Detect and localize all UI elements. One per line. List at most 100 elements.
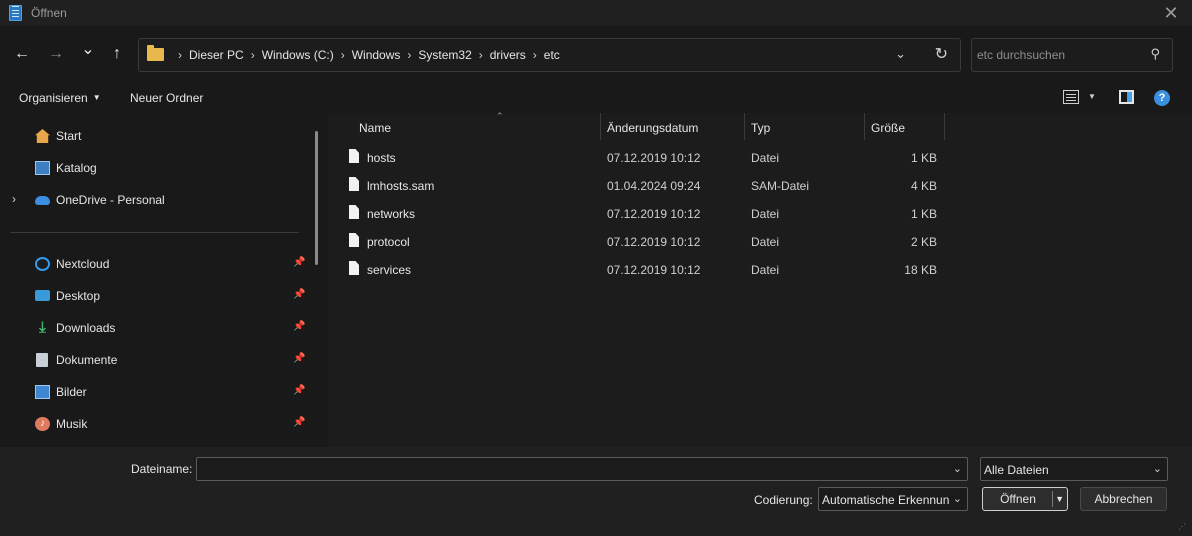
breadcrumb-item-drivers[interactable]: drivers xyxy=(490,48,526,62)
resize-grip-icon[interactable]: ⋰ xyxy=(1178,522,1188,532)
up-arrow-icon[interactable]: ↑ xyxy=(105,42,129,66)
recent-locations-chevron-icon[interactable]: ⌄ xyxy=(76,38,100,62)
search-icon[interactable]: ⚲ xyxy=(1150,46,1160,62)
column-divider[interactable] xyxy=(944,113,945,140)
chevron-down-icon[interactable]: ⌄ xyxy=(1153,462,1162,475)
nextcloud-icon xyxy=(35,257,50,271)
file-type: Datei xyxy=(751,151,780,165)
help-icon[interactable]: ? xyxy=(1154,90,1170,106)
sidebar-item-katalog[interactable]: Katalog xyxy=(0,156,312,180)
sidebar-item-label: Desktop xyxy=(56,289,101,303)
file-type: SAM-Datei xyxy=(751,179,810,193)
sidebar-item-label: Dokumente xyxy=(56,353,118,367)
sidebar-item-onedrive[interactable]: › OneDrive - Personal xyxy=(0,188,312,212)
file-size: 4 KB xyxy=(910,179,937,193)
home-icon xyxy=(35,129,50,143)
sidebar-item-downloads[interactable]: ⤓ Downloads 📌 xyxy=(0,316,312,340)
address-history-chevron-icon[interactable]: ⌄ xyxy=(895,46,906,62)
caret-down-icon[interactable]: ▼ xyxy=(1088,92,1096,101)
breadcrumb-separator-icon[interactable]: › xyxy=(479,48,483,62)
caret-down-icon: ▼ xyxy=(92,93,101,102)
breadcrumb-item-this-pc[interactable]: Dieser PC xyxy=(189,48,244,62)
file-size: 2 KB xyxy=(910,235,937,249)
table-row[interactable]: protocol 07.12.2019 10:12 Datei 2 KB xyxy=(343,227,943,255)
organize-label: Organisieren xyxy=(19,91,88,105)
column-header-date[interactable]: Änderungsdatum xyxy=(601,113,745,140)
sidebar-item-bilder[interactable]: Bilder 📌 xyxy=(0,380,312,404)
back-arrow-icon[interactable]: ← xyxy=(10,42,34,66)
search-input[interactable] xyxy=(977,46,1137,64)
table-row[interactable]: networks 07.12.2019 10:12 Datei 1 KB xyxy=(343,199,943,227)
column-header-type[interactable]: Typ xyxy=(745,113,865,140)
sidebar-item-label: Bilder xyxy=(56,385,87,399)
open-button[interactable]: Öffnen ▼ xyxy=(982,487,1068,511)
table-row[interactable]: hosts 07.12.2019 10:12 Datei 1 KB xyxy=(343,143,943,171)
file-type: Datei xyxy=(751,263,780,277)
chevron-right-icon[interactable]: › xyxy=(12,192,16,206)
file-name: networks xyxy=(367,207,416,221)
file-type: Datei xyxy=(751,235,780,249)
file-name: hosts xyxy=(367,151,396,165)
sidebar-divider xyxy=(10,232,299,233)
music-icon: ♪ xyxy=(35,417,50,431)
organize-button[interactable]: Organisieren ▼ xyxy=(19,91,101,105)
sidebar-item-label: OneDrive - Personal xyxy=(56,193,165,207)
cancel-button[interactable]: Abbrechen xyxy=(1080,487,1167,511)
pin-icon: 📌 xyxy=(293,289,306,300)
breadcrumb-item-system32[interactable]: System32 xyxy=(418,48,471,62)
breadcrumb-separator-icon[interactable]: › xyxy=(251,48,255,62)
breadcrumb-separator-icon[interactable]: › xyxy=(341,48,345,62)
filetype-value: Alle Dateien xyxy=(984,463,1049,477)
refresh-icon[interactable]: ↻ xyxy=(935,44,948,64)
breadcrumb-item-windows-drive[interactable]: Windows (C:) xyxy=(262,48,334,62)
chevron-down-icon[interactable]: ⌄ xyxy=(953,462,962,475)
preview-pane-icon[interactable] xyxy=(1119,90,1134,104)
file-icon xyxy=(349,205,359,219)
filetype-select[interactable]: Alle Dateien ⌄ xyxy=(980,457,1168,481)
address-bar[interactable]: › Dieser PC › Windows (C:) › Windows › S… xyxy=(138,38,961,72)
file-date: 01.04.2024 09:24 xyxy=(607,179,701,193)
chevron-down-icon[interactable]: ⌄ xyxy=(953,492,962,505)
sidebar-item-label: Musik xyxy=(56,417,88,431)
navigation-bar: ← → ⌄ ↑ › Dieser PC › Windows (C:) › Win… xyxy=(0,26,1192,83)
breadcrumb-separator-icon[interactable]: › xyxy=(407,48,411,62)
sidebar-item-nextcloud[interactable]: Nextcloud 📌 xyxy=(0,252,312,276)
caret-down-icon[interactable]: ▼ xyxy=(1055,488,1064,510)
new-folder-button[interactable]: Neuer Ordner xyxy=(130,91,203,105)
column-header-name[interactable]: ⌃ Name xyxy=(353,111,601,140)
sidebar-item-dokumente[interactable]: Dokumente 📌 xyxy=(0,348,312,372)
column-header-label: Name xyxy=(359,121,392,135)
breadcrumb-separator-icon[interactable]: › xyxy=(533,48,537,62)
file-name: lmhosts.sam xyxy=(367,179,435,193)
file-icon xyxy=(349,261,359,275)
sidebar-item-label: Downloads xyxy=(56,321,116,335)
onedrive-icon xyxy=(35,196,50,205)
encoding-label: Codierung: xyxy=(754,493,813,507)
search-box[interactable]: ⚲ xyxy=(971,38,1173,72)
file-name: services xyxy=(367,263,412,277)
table-row[interactable]: services 07.12.2019 10:12 Datei 18 KB xyxy=(343,255,943,283)
sidebar-item-start[interactable]: Start xyxy=(0,124,312,148)
table-row[interactable]: lmhosts.sam 01.04.2024 09:24 SAM-Datei 4… xyxy=(343,171,943,199)
sidebar-scrollbar[interactable] xyxy=(315,131,318,265)
sidebar-item-musik[interactable]: ♪ Musik 📌 xyxy=(0,412,312,436)
command-bar: Organisieren ▼ Neuer Ordner ▼ ? xyxy=(0,83,1192,113)
breadcrumb-item-windows[interactable]: Windows xyxy=(352,48,401,62)
window-title: Öffnen xyxy=(31,6,67,20)
pictures-icon xyxy=(35,385,50,399)
pin-icon: 📌 xyxy=(293,417,306,428)
filename-combobox[interactable]: ⌄ xyxy=(196,457,968,481)
split-divider xyxy=(1052,491,1053,507)
navigation-pane: Start Katalog › OneDrive - Personal Next… xyxy=(0,113,328,447)
forward-arrow-icon[interactable]: → xyxy=(44,42,68,66)
view-options-icon[interactable] xyxy=(1063,90,1079,104)
gallery-icon xyxy=(35,161,50,175)
column-header-size[interactable]: Größe xyxy=(865,113,945,140)
breadcrumb-item-etc[interactable]: etc xyxy=(544,48,560,62)
close-icon[interactable]: ✕ xyxy=(1160,2,1182,24)
file-date: 07.12.2019 10:12 xyxy=(607,235,701,249)
filename-input[interactable] xyxy=(200,461,940,477)
encoding-select[interactable]: Automatische Erkennun ⌄ xyxy=(818,487,968,511)
sidebar-item-desktop[interactable]: Desktop 📌 xyxy=(0,284,312,308)
sort-ascending-icon: ⌃ xyxy=(496,111,504,121)
